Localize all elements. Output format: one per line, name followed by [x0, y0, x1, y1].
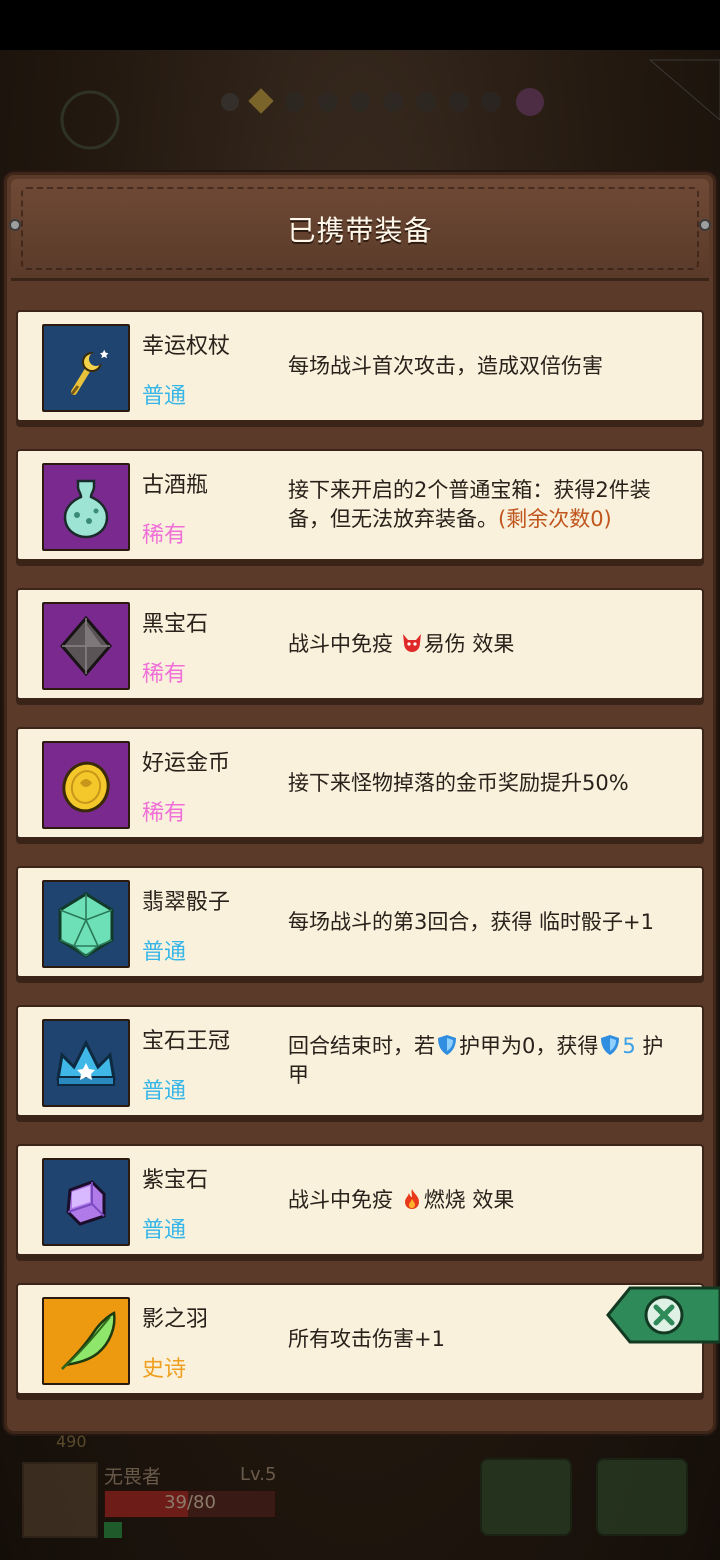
shield-icon [601, 1035, 620, 1055]
item-name: 黑宝石 [142, 612, 209, 637]
hero-name: 无畏者 [104, 1466, 162, 1488]
item-rarity: 普通 [142, 1218, 187, 1243]
item-description-text: 所有攻击伤害+1 [288, 1326, 445, 1351]
fire-icon [404, 1188, 419, 1209]
equipment-item-lucky-coin[interactable]: 好运金币 稀有 接下来怪物掉落的金币奖励提升50% [16, 727, 704, 839]
item-description-suffix: 效果 [465, 1187, 515, 1212]
equipment-menu-button[interactable] [480, 1458, 572, 1536]
item-rarity: 稀有 [142, 801, 187, 826]
item-description: 每场战斗首次攻击，造成双倍伤害 [288, 312, 676, 420]
dungeon-map [60, 59, 720, 150]
status-bar [0, 0, 720, 50]
item-rarity: 稀有 [142, 662, 187, 687]
rivet-left [9, 219, 21, 231]
cards-menu-button[interactable] [596, 1458, 688, 1536]
remaining-uses: (剩余次数0) [498, 507, 612, 531]
energy-indicator [104, 1522, 122, 1538]
item-description-suffix: 效果 [465, 631, 515, 656]
item-rarity: 普通 [142, 940, 187, 965]
equipment-item-lucky-scepter[interactable]: 幸运权杖 普通 每场战斗首次攻击，造成双倍伤害 [16, 310, 704, 422]
item-name: 翡翠骰子 [142, 890, 231, 915]
close-button[interactable] [606, 1284, 720, 1346]
item-description-text: 每场战斗的第3回合，获得 临时骰子+1 [288, 909, 654, 934]
item-description-text: 战斗中免疫 [288, 1187, 400, 1212]
item-description: 回合结束时，若 护甲为0，获得 5 护甲 [288, 1007, 676, 1115]
item-description: 战斗中免疫 燃烧 效果 [288, 1146, 676, 1254]
item-name: 幸运权杖 [142, 334, 231, 359]
shield-icon [438, 1035, 456, 1055]
panel-header: 已携带装备 [11, 179, 709, 281]
item-description: 接下来怪物掉落的金币奖励提升50% [288, 729, 676, 837]
effect-name: 易伤 [423, 631, 466, 656]
panel-title: 已携带装备 [287, 214, 433, 247]
item-name: 宝石王冠 [142, 1029, 231, 1054]
item-rarity: 稀有 [142, 523, 187, 548]
black-gem-icon [42, 602, 130, 690]
feather-icon [42, 1297, 130, 1385]
equipment-item-emerald-dice[interactable]: 翡翠骰子 普通 每场战斗的第3回合，获得 临时骰子+1 [16, 866, 704, 978]
item-name: 古酒瓶 [142, 473, 209, 498]
equipment-item-ancient-wine-bottle[interactable]: 古酒瓶 稀有 接下来开启的2个普通宝箱：获得2件装备，但无法放弃装备。(剩余次数… [16, 449, 704, 561]
rivet-right [699, 219, 711, 231]
item-description-text: 战斗中免疫 [288, 631, 400, 656]
equipment-item-gem-crown[interactable]: 宝石王冠 普通 回合结束时，若 护甲为0，获得 5 护甲 [16, 1005, 704, 1117]
item-name: 好运金币 [142, 751, 231, 776]
gold-coin-icon [42, 741, 130, 829]
item-description: 接下来开启的2个普通宝箱：获得2件装备，但无法放弃装备。(剩余次数0) [288, 451, 676, 559]
item-name: 影之羽 [142, 1307, 209, 1332]
item-description-text: 每场战斗首次攻击，造成双倍伤害 [288, 353, 603, 378]
equipment-item-black-gem[interactable]: 黑宝石 稀有 战斗中免疫 易伤 效果 [16, 588, 704, 700]
armor-value: 5 [622, 1034, 636, 1058]
item-description-text: 接下来怪物掉落的金币奖励提升50% [288, 770, 629, 795]
item-rarity: 史诗 [142, 1357, 187, 1382]
item-description-middle: 护甲为0，获得 [459, 1034, 599, 1058]
scepter-icon [42, 324, 130, 412]
purple-gem-icon [42, 1158, 130, 1246]
item-description: 战斗中免疫 易伤 效果 [288, 590, 676, 698]
effect-name: 燃烧 [423, 1187, 466, 1212]
equipment-item-shadow-feather[interactable]: 影之羽 史诗 所有攻击伤害+1 [16, 1283, 704, 1395]
gold-amount: 490 [56, 1432, 87, 1451]
demon-icon [402, 633, 421, 652]
item-description: 每场战斗的第3回合，获得 临时骰子+1 [288, 868, 676, 976]
equipment-item-purple-gem[interactable]: 紫宝石 普通 战斗中免疫 燃烧 效果 [16, 1144, 704, 1256]
emerald-dice-icon [42, 880, 130, 968]
hp-bar: 39/80 [104, 1490, 276, 1518]
item-rarity: 普通 [142, 1079, 187, 1104]
item-description-text: 回合结束时，若 [288, 1034, 435, 1058]
hero-level: Lv.5 [240, 1464, 277, 1485]
item-rarity: 普通 [142, 384, 187, 409]
crown-icon [42, 1019, 130, 1107]
hp-text: 39/80 [164, 1492, 216, 1513]
item-name: 紫宝石 [142, 1168, 209, 1193]
vase-icon [42, 463, 130, 551]
hero-portrait[interactable] [22, 1462, 98, 1538]
